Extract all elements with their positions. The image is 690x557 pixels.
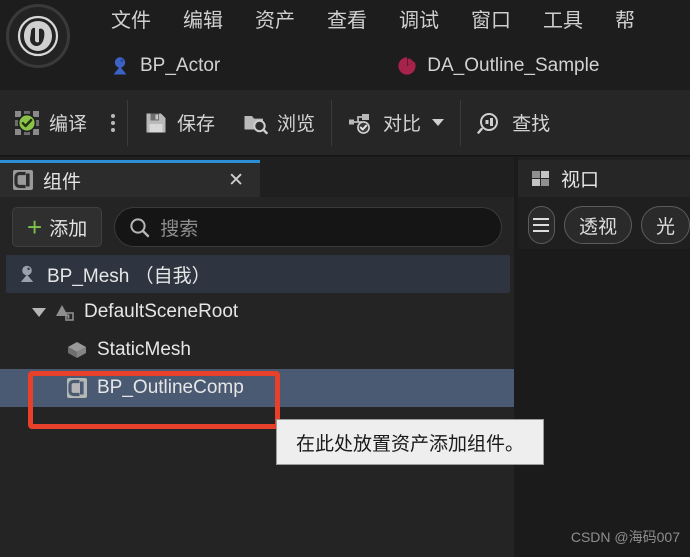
browse-folder-icon — [244, 115, 268, 134]
tree-row-default-scene-root[interactable]: DefaultSceneRoot — [0, 293, 514, 331]
search-placeholder: 搜索 — [160, 218, 199, 240]
viewport-menu-button[interactable] — [528, 206, 555, 244]
component-icon — [13, 170, 33, 190]
viewport-canvas[interactable] — [518, 249, 690, 557]
tree-row-label: BP_Mesh （自我） — [47, 265, 211, 287]
data-asset-icon — [398, 57, 416, 75]
save-label: 保存 — [177, 114, 216, 135]
menu-item-tools[interactable]: 工具 — [527, 5, 599, 37]
tooltip-text: 在此处放置资产添加组件。 — [295, 433, 524, 455]
menu-item-asset[interactable]: 资产 — [239, 5, 311, 37]
components-tab-row: 组件 ✕ — [0, 157, 260, 197]
component-icon — [67, 378, 87, 398]
add-component-button[interactable]: + 添加 — [12, 207, 103, 247]
close-icon[interactable]: ✕ — [224, 169, 248, 192]
diff-label: 对比 — [383, 114, 422, 135]
plus-icon: + — [27, 212, 43, 242]
document-tab-da-outline-sample[interactable]: DA_Outline_Sample — [382, 42, 613, 90]
compile-check-icon — [15, 110, 39, 135]
watermark-text: CSDN @海码007 — [570, 529, 680, 545]
menu-item-file[interactable]: 文件 — [95, 5, 167, 37]
document-tab-label: BP_Actor — [140, 55, 221, 76]
viewport-grid-icon — [532, 170, 549, 186]
compile-options-button[interactable] — [101, 90, 125, 156]
blueprint-toolbar: 编译 保存 浏览 对比 查找 — [0, 90, 690, 156]
viewport-lighting-button[interactable]: 光 — [640, 206, 690, 244]
toolbar-separator — [331, 99, 333, 146]
menu-item-debug[interactable]: 调试 — [383, 5, 455, 37]
menu-item-window[interactable]: 窗口 — [455, 5, 527, 37]
tree-row-label: DefaultSceneRoot — [84, 301, 239, 322]
static-mesh-icon — [68, 342, 86, 358]
drop-asset-tooltip: 在此处放置资产添加组件。 — [276, 419, 544, 465]
chevron-down-icon[interactable] — [432, 119, 445, 126]
diff-button[interactable]: 对比 — [334, 90, 458, 156]
menu-item-edit[interactable]: 编辑 — [167, 5, 239, 37]
viewport-perspective-button[interactable]: 透视 — [563, 206, 632, 244]
toolbar-separator — [127, 99, 129, 146]
browse-button[interactable]: 浏览 — [229, 90, 329, 156]
kebab-dot — [111, 120, 116, 125]
tree-row-bp-mesh[interactable]: BP_Mesh （自我） — [6, 255, 510, 293]
save-button[interactable]: 保存 — [130, 90, 229, 156]
tab-label: 组件 — [43, 171, 82, 193]
document-tab-strip: BP_Actor DA_Outline_Sample — [0, 42, 690, 90]
compile-button[interactable]: 编译 — [0, 90, 101, 156]
expander-triangle-icon[interactable] — [32, 307, 46, 317]
menu-item-help[interactable]: 帮 — [599, 5, 651, 37]
unreal-blueprint-editor-window: 文件 编辑 资产 查看 调试 窗口 工具 帮 BP_Actor DA_Outli… — [0, 0, 690, 557]
search-icon — [130, 217, 150, 237]
save-floppy-icon — [146, 113, 166, 132]
title-bar: 文件 编辑 资产 查看 调试 窗口 工具 帮 BP_Actor DA_Outli… — [0, 0, 690, 90]
blueprint-actor-icon — [113, 57, 127, 75]
viewport-panel: 视口 透视 光 — [518, 157, 690, 557]
components-action-row: + 添加 搜索 — [0, 205, 514, 249]
tree-row-label: StaticMesh — [97, 339, 191, 360]
tab-viewport[interactable]: 视口 — [518, 160, 690, 197]
components-panel: 组件 ✕ + 添加 搜索 BP_Mesh （自我） DefaultSceneRo… — [0, 157, 514, 557]
viewport-perspective-label: 透视 — [578, 216, 617, 238]
tab-label: 视口 — [561, 170, 600, 191]
tab-components[interactable]: 组件 ✕ — [0, 160, 260, 197]
browse-label: 浏览 — [277, 114, 316, 135]
menu-item-view[interactable]: 查看 — [311, 5, 383, 37]
menu-bar: 文件 编辑 资产 查看 调试 窗口 工具 帮 — [95, 0, 651, 42]
kebab-dot — [111, 113, 116, 118]
diff-icon — [349, 113, 370, 134]
search-input[interactable]: 搜索 — [114, 207, 502, 247]
find-label: 查找 — [512, 114, 551, 135]
tree-row-static-mesh[interactable]: StaticMesh — [0, 331, 514, 369]
hamburger-menu-icon — [533, 218, 550, 232]
document-tab-label: DA_Outline_Sample — [427, 55, 600, 76]
actor-root-icon — [20, 265, 34, 282]
tree-row-bp-outline-comp[interactable]: BP_OutlineComp — [0, 369, 514, 407]
add-component-label: 添加 — [49, 218, 88, 240]
components-panel-body: + 添加 搜索 BP_Mesh （自我） DefaultSceneRoot St… — [0, 197, 514, 557]
compile-label: 编译 — [49, 114, 88, 135]
tree-row-label: BP_OutlineComp — [97, 377, 244, 398]
kebab-dot — [111, 127, 116, 132]
toolbar-separator — [460, 99, 462, 146]
viewport-lighting-label: 光 — [655, 216, 675, 238]
find-button[interactable]: 查找 — [463, 90, 564, 156]
find-magnifier-icon — [477, 112, 499, 134]
scene-root-icon — [56, 305, 74, 321]
document-tab-bp-actor[interactable]: BP_Actor — [95, 42, 234, 90]
viewport-toolbar: 透视 光 — [518, 201, 690, 249]
component-tree: BP_Mesh （自我） DefaultSceneRoot StaticMesh… — [0, 255, 514, 407]
